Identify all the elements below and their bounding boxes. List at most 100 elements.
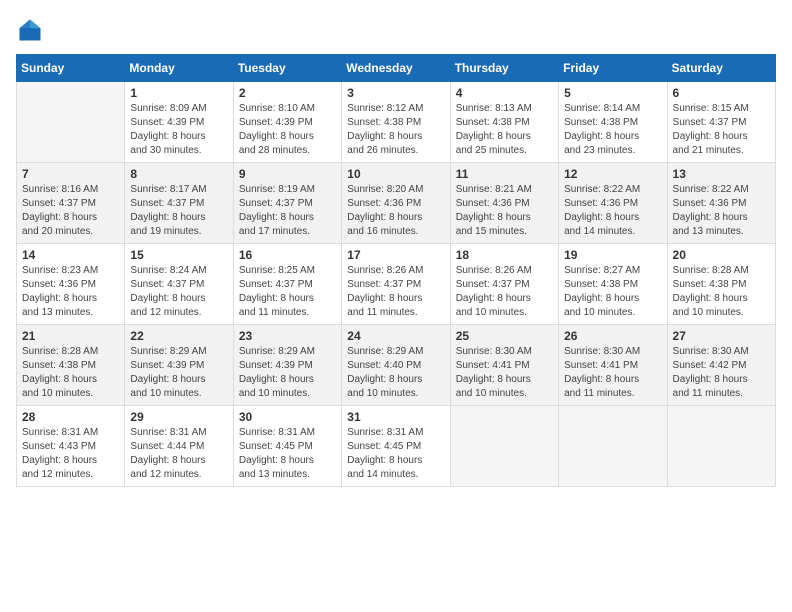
calendar-cell: 4 Sunrise: 8:13 AMSunset: 4:38 PMDaylight… (450, 82, 558, 163)
calendar-cell (667, 406, 775, 487)
day-info: Sunrise: 8:28 AMSunset: 4:38 PMDaylight:… (22, 345, 119, 401)
calendar-cell: 9Sunrise: 8:19 AMSunset: 4:37 PMDaylight… (233, 163, 341, 244)
calendar-cell: 5 Sunrise: 8:14 AMSunset: 4:38 PMDaylight… (559, 82, 667, 163)
calendar-cell: 1 Sunrise: 8:09 AMSunset: 4:39 PMDaylight… (125, 82, 233, 163)
calendar-week-2: 7 Sunrise: 8:16 AMSunset: 4:37 PMDaylight… (17, 163, 776, 244)
day-info: Sunrise: 8:10 AMSunset: 4:39 PMDaylight:… (239, 102, 336, 158)
day-info: Sunrise: 8:31 AMSunset: 4:45 PMDaylight:… (347, 426, 444, 482)
day-number: 13 (673, 167, 770, 181)
logo-icon (16, 16, 44, 44)
calendar-cell: 7 Sunrise: 8:16 AMSunset: 4:37 PMDaylight… (17, 163, 125, 244)
day-info: Sunrise: 8:31 AMSunset: 4:43 PMDaylight:… (22, 426, 119, 482)
day-info: Sunrise: 8:30 AMSunset: 4:41 PMDaylight:… (564, 345, 661, 401)
day-info: Sunrise: 8:15 AMSunset: 4:37 PMDaylight:… (673, 102, 770, 158)
page-header (16, 16, 776, 44)
day-info: Sunrise: 8:21 AMSunset: 4:36 PMDaylight:… (456, 183, 553, 239)
day-info: Sunrise: 8:25 AMSunset: 4:37 PMDaylight:… (239, 264, 336, 320)
weekday-header-friday: Friday (559, 55, 667, 82)
calendar-week-3: 14Sunrise: 8:23 AMSunset: 4:36 PMDayligh… (17, 244, 776, 325)
day-info: Sunrise: 8:09 AMSunset: 4:39 PMDaylight:… (130, 102, 227, 158)
day-number: 22 (130, 329, 227, 343)
day-number: 5 (564, 86, 661, 100)
calendar-cell: 25 Sunrise: 8:30 AMSunset: 4:41 PMDayligh… (450, 325, 558, 406)
day-info: Sunrise: 8:30 AMSunset: 4:42 PMDaylight:… (673, 345, 770, 401)
calendar-cell (450, 406, 558, 487)
day-info: Sunrise: 8:30 AMSunset: 4:41 PMDaylight:… (456, 345, 553, 401)
day-number: 7 (22, 167, 119, 181)
calendar-cell: 20Sunrise: 8:28 AMSunset: 4:38 PMDayligh… (667, 244, 775, 325)
day-number: 8 (130, 167, 227, 181)
weekday-header-sunday: Sunday (17, 55, 125, 82)
calendar-cell: 8 Sunrise: 8:17 AMSunset: 4:37 PMDaylight… (125, 163, 233, 244)
day-info: Sunrise: 8:24 AMSunset: 4:37 PMDaylight:… (130, 264, 227, 320)
day-number: 28 (22, 410, 119, 424)
day-info: Sunrise: 8:22 AMSunset: 4:36 PMDaylight:… (673, 183, 770, 239)
day-info: Sunrise: 8:29 AMSunset: 4:39 PMDaylight:… (239, 345, 336, 401)
calendar-cell: 26 Sunrise: 8:30 AMSunset: 4:41 PMDayligh… (559, 325, 667, 406)
calendar-cell: 27 Sunrise: 8:30 AMSunset: 4:42 PMDayligh… (667, 325, 775, 406)
weekday-header-tuesday: Tuesday (233, 55, 341, 82)
calendar-cell: 30 Sunrise: 8:31 AMSunset: 4:45 PMDayligh… (233, 406, 341, 487)
day-number: 18 (456, 248, 553, 262)
day-number: 2 (239, 86, 336, 100)
day-number: 16 (239, 248, 336, 262)
day-info: Sunrise: 8:16 AMSunset: 4:37 PMDaylight:… (22, 183, 119, 239)
day-info: Sunrise: 8:20 AMSunset: 4:36 PMDaylight:… (347, 183, 444, 239)
calendar-cell: 18 Sunrise: 8:26 AMSunset: 4:37 PMDayligh… (450, 244, 558, 325)
calendar-cell: 2 Sunrise: 8:10 AMSunset: 4:39 PMDaylight… (233, 82, 341, 163)
day-number: 6 (673, 86, 770, 100)
day-number: 24 (347, 329, 444, 343)
day-number: 17 (347, 248, 444, 262)
weekday-header-monday: Monday (125, 55, 233, 82)
calendar-cell: 12 Sunrise: 8:22 AMSunset: 4:36 PMDayligh… (559, 163, 667, 244)
day-info: Sunrise: 8:13 AMSunset: 4:38 PMDaylight:… (456, 102, 553, 158)
day-number: 27 (673, 329, 770, 343)
day-info: Sunrise: 8:31 AMSunset: 4:44 PMDaylight:… (130, 426, 227, 482)
calendar-week-1: 1 Sunrise: 8:09 AMSunset: 4:39 PMDaylight… (17, 82, 776, 163)
calendar-cell: 16 Sunrise: 8:25 AMSunset: 4:37 PMDayligh… (233, 244, 341, 325)
day-number: 3 (347, 86, 444, 100)
calendar-cell: 21 Sunrise: 8:28 AMSunset: 4:38 PMDayligh… (17, 325, 125, 406)
day-info: Sunrise: 8:26 AMSunset: 4:37 PMDaylight:… (347, 264, 444, 320)
day-number: 21 (22, 329, 119, 343)
day-number: 26 (564, 329, 661, 343)
calendar-cell (17, 82, 125, 163)
calendar-week-5: 28 Sunrise: 8:31 AMSunset: 4:43 PMDayligh… (17, 406, 776, 487)
day-number: 31 (347, 410, 444, 424)
day-number: 25 (456, 329, 553, 343)
calendar-cell: 29Sunrise: 8:31 AMSunset: 4:44 PMDayligh… (125, 406, 233, 487)
calendar-cell: 13 Sunrise: 8:22 AMSunset: 4:36 PMDayligh… (667, 163, 775, 244)
day-info: Sunrise: 8:26 AMSunset: 4:37 PMDaylight:… (456, 264, 553, 320)
day-number: 11 (456, 167, 553, 181)
day-number: 1 (130, 86, 227, 100)
calendar-cell: 10 Sunrise: 8:20 AMSunset: 4:36 PMDayligh… (342, 163, 450, 244)
logo (16, 16, 48, 44)
day-number: 4 (456, 86, 553, 100)
calendar-cell: 31 Sunrise: 8:31 AMSunset: 4:45 PMDayligh… (342, 406, 450, 487)
calendar-cell: 17 Sunrise: 8:26 AMSunset: 4:37 PMDayligh… (342, 244, 450, 325)
calendar-cell: 28 Sunrise: 8:31 AMSunset: 4:43 PMDayligh… (17, 406, 125, 487)
day-info: Sunrise: 8:31 AMSunset: 4:45 PMDaylight:… (239, 426, 336, 482)
day-info: Sunrise: 8:17 AMSunset: 4:37 PMDaylight:… (130, 183, 227, 239)
day-number: 15 (130, 248, 227, 262)
day-number: 10 (347, 167, 444, 181)
calendar-table: SundayMondayTuesdayWednesdayThursdayFrid… (16, 54, 776, 487)
day-info: Sunrise: 8:22 AMSunset: 4:36 PMDaylight:… (564, 183, 661, 239)
day-info: Sunrise: 8:27 AMSunset: 4:38 PMDaylight:… (564, 264, 661, 320)
day-number: 30 (239, 410, 336, 424)
weekday-header-thursday: Thursday (450, 55, 558, 82)
day-info: Sunrise: 8:12 AMSunset: 4:38 PMDaylight:… (347, 102, 444, 158)
calendar-cell: 24 Sunrise: 8:29 AMSunset: 4:40 PMDayligh… (342, 325, 450, 406)
day-info: Sunrise: 8:14 AMSunset: 4:38 PMDaylight:… (564, 102, 661, 158)
weekday-header-wednesday: Wednesday (342, 55, 450, 82)
calendar-cell: 14Sunrise: 8:23 AMSunset: 4:36 PMDayligh… (17, 244, 125, 325)
day-number: 12 (564, 167, 661, 181)
day-number: 23 (239, 329, 336, 343)
day-info: Sunrise: 8:19 AMSunset: 4:37 PMDaylight:… (239, 183, 336, 239)
calendar-cell: 3 Sunrise: 8:12 AMSunset: 4:38 PMDaylight… (342, 82, 450, 163)
calendar-cell: 6 Sunrise: 8:15 AMSunset: 4:37 PMDaylight… (667, 82, 775, 163)
weekday-header-saturday: Saturday (667, 55, 775, 82)
day-info: Sunrise: 8:29 AMSunset: 4:39 PMDaylight:… (130, 345, 227, 401)
day-info: Sunrise: 8:29 AMSunset: 4:40 PMDaylight:… (347, 345, 444, 401)
day-number: 19 (564, 248, 661, 262)
